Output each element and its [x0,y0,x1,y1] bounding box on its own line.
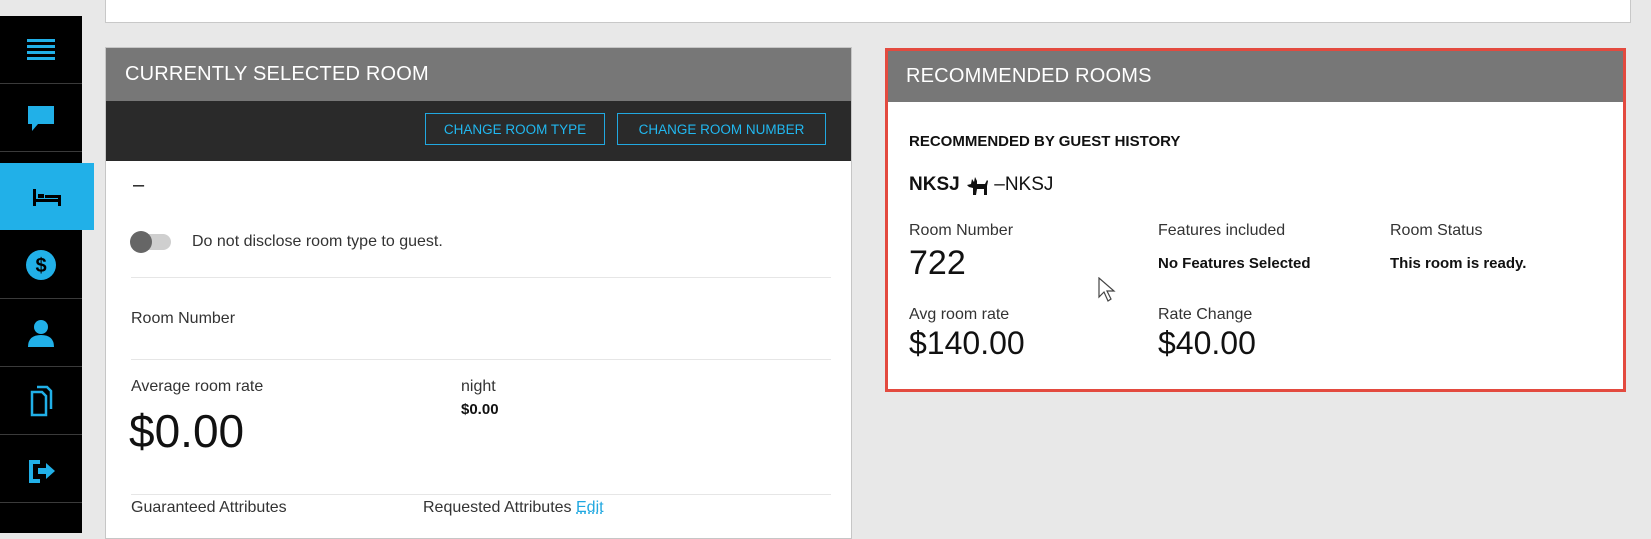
divider [131,277,831,278]
rate-change-value: $40.00 [1158,325,1256,361]
night-rate-value: $0.00 [461,401,499,418]
recommended-rooms-card: RECOMMENDED ROOMS RECOMMENDED BY GUEST H… [885,48,1626,392]
sidebar: $ [0,16,94,533]
documents-icon [30,385,53,416]
mouse-cursor-icon [1098,277,1116,302]
room-type-value: – [133,174,145,196]
edit-requested-attributes-link[interactable]: Edit [576,499,604,516]
top-panel [105,0,1631,23]
features-included-label: Features included [1158,222,1286,239]
chat-icon [28,105,54,131]
currently-selected-room-card: CURRENTLY SELECTED ROOM CHANGE ROOM TYPE… [105,47,852,539]
toggle-knob [130,231,152,253]
sidebar-item-billing[interactable]: $ [0,231,82,299]
room-action-bar: CHANGE ROOM TYPE CHANGE ROOM NUMBER [106,101,851,161]
rec-room-number-value: 722 [909,244,966,282]
dollar-icon: $ [26,249,56,280]
checkout-icon [29,459,55,483]
average-room-rate-label: Average room rate [131,378,264,395]
sidebar-item-guest[interactable] [0,299,82,367]
rec-room-number-label: Room Number [909,222,1014,239]
person-icon [28,319,54,347]
avg-room-rate-value: $140.00 [909,325,1025,361]
requested-attributes-row: Requested Attributes Edit [423,499,604,517]
sidebar-item-messages[interactable] [0,84,82,152]
disclose-room-type-label: Do not disclose room type to guest. [192,233,443,250]
recommended-room-title[interactable]: NKSJ –NKSJ [909,174,1053,196]
sidebar-item-rooms[interactable] [0,163,94,230]
room-code-suffix: –NKSJ [994,174,1054,196]
sidebar-item-checkout[interactable] [0,435,82,503]
sidebar-item-menu[interactable] [0,16,82,84]
disclose-room-type-toggle[interactable] [130,231,171,253]
night-label: night [461,378,496,395]
room-status-value: This room is ready. [1390,255,1527,272]
bed-icon [33,188,61,206]
room-number-label: Room Number [131,310,236,327]
selected-room-header: CURRENTLY SELECTED ROOM [106,48,851,101]
divider [131,359,831,360]
room-code: NKSJ [909,174,960,196]
rate-change-label: Rate Change [1158,306,1253,323]
sidebar-item-documents[interactable] [0,367,82,435]
change-room-type-button[interactable]: CHANGE ROOM TYPE [425,113,605,145]
pet-friendly-icon [966,177,988,195]
recommended-rooms-header: RECOMMENDED ROOMS [888,51,1623,102]
svg-text:$: $ [35,255,46,277]
room-status-label: Room Status [1390,222,1483,239]
requested-attributes-label: Requested Attributes [423,499,572,516]
average-room-rate-value: $0.00 [129,405,245,457]
menu-icon [27,38,55,60]
features-included-value: No Features Selected [1158,255,1311,272]
guaranteed-attributes-label: Guaranteed Attributes [131,499,287,516]
change-room-number-button[interactable]: CHANGE ROOM NUMBER [617,113,826,145]
recommended-subtitle: RECOMMENDED BY GUEST HISTORY [909,133,1181,150]
avg-room-rate-label: Avg room rate [909,306,1010,323]
divider [131,494,831,495]
